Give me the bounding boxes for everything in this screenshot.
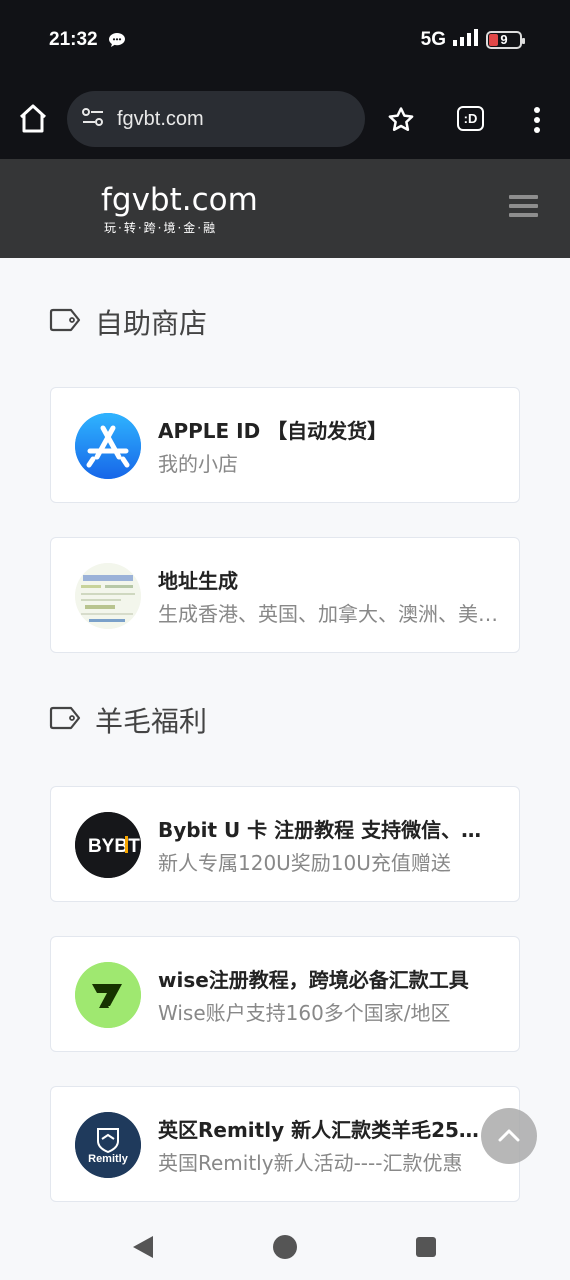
app-store-icon bbox=[75, 413, 141, 479]
list-item[interactable]: APPLE ID 【自动发货】 我的小店 bbox=[50, 387, 520, 503]
battery-icon: 9 bbox=[486, 31, 525, 49]
chat-notification-icon bbox=[108, 32, 126, 52]
main-content: 自助商店 APPLE ID 【自动发货】 我的小店 地址生成 生成香港、英国、加… bbox=[0, 258, 570, 1204]
network-type: 5G bbox=[420, 29, 446, 50]
list-item[interactable]: Remitly 英区Remitly 新人汇款类羊毛25英镑 英国Remitly新… bbox=[50, 1086, 520, 1202]
svg-text:BYB: BYB bbox=[88, 836, 128, 857]
more-menu-icon[interactable] bbox=[530, 106, 544, 138]
wise-logo-icon bbox=[75, 962, 141, 1028]
section-label: 自助商店 bbox=[95, 307, 208, 340]
item-subtitle: 生成香港、英国、加拿大、澳洲、美国等地址 bbox=[158, 602, 498, 626]
browser-toolbar: fgvbt.com :D bbox=[0, 82, 570, 159]
recents-icon[interactable] bbox=[415, 1236, 437, 1262]
site-settings-icon[interactable] bbox=[81, 106, 105, 132]
address-bar[interactable]: fgvbt.com bbox=[67, 91, 365, 147]
list-item[interactable]: 地址生成 生成香港、英国、加拿大、澳洲、美国等地址 bbox=[50, 537, 520, 653]
item-subtitle: 新人专属120U奖励10U充值赠送 bbox=[158, 851, 451, 875]
back-icon[interactable] bbox=[131, 1234, 155, 1264]
item-title: 英区Remitly 新人汇款类羊毛25英镑 bbox=[158, 1118, 498, 1142]
home-icon[interactable] bbox=[16, 102, 52, 138]
item-title: Bybit U 卡 注册教程 支持微信、支付宝 bbox=[158, 818, 498, 842]
list-item[interactable]: wise注册教程，跨境必备汇款工具 Wise账户支持160多个国家/地区 bbox=[50, 936, 520, 1052]
system-navigation-bar bbox=[0, 1204, 570, 1280]
site-logo[interactable]: fgvbt.com 玩·转·跨·境·金·融 bbox=[101, 183, 258, 236]
tab-switcher-button[interactable]: :D bbox=[457, 106, 484, 131]
bookmark-star-icon[interactable] bbox=[386, 105, 416, 139]
item-subtitle: 我的小店 bbox=[158, 452, 238, 476]
section-label: 羊毛福利 bbox=[95, 705, 208, 738]
section-title-shop: 自助商店 bbox=[49, 302, 207, 342]
url-text: fgvbt.com bbox=[117, 107, 204, 130]
hamburger-menu-icon[interactable] bbox=[509, 194, 539, 224]
site-header: fgvbt.com 玩·转·跨·境·金·融 bbox=[0, 159, 570, 258]
item-title: wise注册教程，跨境必备汇款工具 bbox=[158, 968, 469, 992]
scroll-to-top-button[interactable] bbox=[481, 1108, 537, 1164]
logo-tagline: 玩·转·跨·境·金·融 bbox=[104, 221, 218, 235]
chevron-up-icon bbox=[498, 1129, 520, 1142]
section-title-perks: 羊毛福利 bbox=[49, 700, 207, 740]
list-item[interactable]: BYB T Bybit U 卡 注册教程 支持微信、支付宝 新人专属120U奖励… bbox=[50, 786, 520, 902]
battery-level: 9 bbox=[500, 32, 508, 47]
item-subtitle: Wise账户支持160多个国家/地区 bbox=[158, 1001, 451, 1025]
item-title: 地址生成 bbox=[158, 569, 238, 593]
tag-icon bbox=[49, 704, 81, 737]
bybit-logo-icon: BYB T bbox=[75, 812, 141, 878]
item-subtitle: 英国Remitly新人活动----汇款优惠 bbox=[158, 1151, 463, 1175]
status-bar: 21:32 5G 9 bbox=[0, 0, 570, 82]
remitly-logo-icon: Remitly bbox=[75, 1112, 141, 1178]
svg-text:T: T bbox=[128, 836, 140, 857]
signal-icon bbox=[453, 29, 479, 51]
status-time: 21:32 bbox=[49, 29, 98, 50]
svg-text:Remitly: Remitly bbox=[88, 1153, 129, 1165]
tag-icon bbox=[49, 306, 81, 339]
item-title: APPLE ID 【自动发货】 bbox=[158, 419, 388, 443]
address-document-icon bbox=[75, 563, 141, 629]
home-circle-icon[interactable] bbox=[272, 1234, 298, 1264]
logo-main-text: fgvbt.com bbox=[101, 182, 258, 218]
